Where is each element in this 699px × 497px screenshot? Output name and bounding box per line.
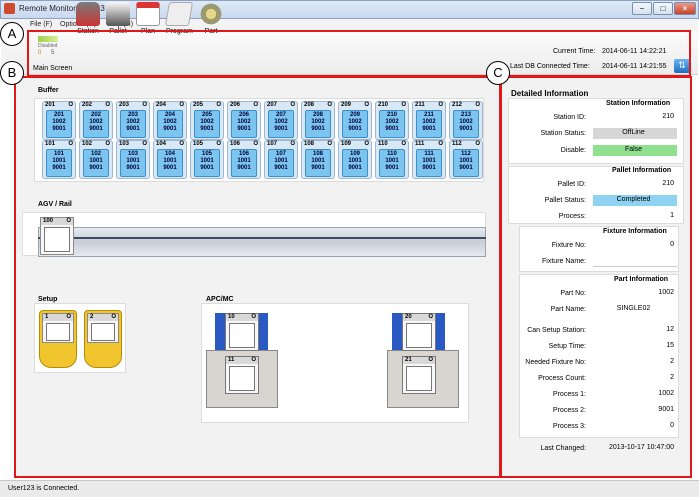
menu-file[interactable]: File (F) (30, 21, 52, 28)
minimize-button[interactable]: − (632, 2, 652, 15)
close-button[interactable]: × (674, 2, 696, 15)
region-c-box (500, 76, 692, 478)
calendar-icon (136, 2, 160, 26)
status-bar: User123 is Connected. (0, 480, 699, 497)
region-a-box (27, 30, 691, 77)
pallet-icon (106, 2, 130, 26)
robot-icon (76, 2, 100, 26)
maximize-button[interactable]: □ (653, 2, 673, 15)
callout-c: C (486, 61, 510, 85)
region-b-box (14, 76, 501, 478)
gear-icon (199, 2, 223, 26)
status-text: User123 is Connected. (8, 485, 80, 492)
callout-b: B (0, 61, 24, 85)
app-icon (4, 3, 15, 14)
document-icon (164, 2, 194, 26)
callout-a: A (0, 22, 24, 46)
